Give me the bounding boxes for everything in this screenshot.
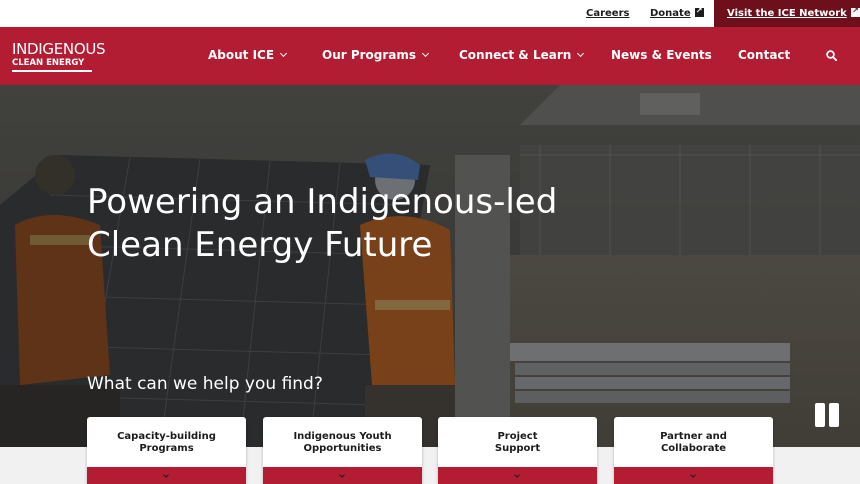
card-label: Capacity-building Programs [117,431,216,454]
chevron-down-icon [163,472,169,478]
card-label: Partner and Collaborate [660,431,727,454]
chevron-down-icon [514,472,520,478]
logo-line-1: INDIGENOUS [12,40,106,58]
logo-line-2: CLEAN ENERGY [12,58,85,68]
card-label: Indigenous Youth Opportunities [293,431,392,454]
chevron-down-icon [690,472,696,478]
card-capacity-building[interactable]: Capacity-building Programs [87,417,246,484]
nav-item-news-events[interactable]: News & Events [611,48,712,62]
card-partner-collaborate[interactable]: Partner and Collaborate [614,417,773,484]
donate-link[interactable]: Donate [650,5,704,19]
hero-headline: Powering an Indigenous-led Clean Energy … [87,182,558,265]
nav-label: About ICE [208,48,275,62]
network-link-container: Visit the ICE Network [714,0,860,27]
nav-label: Contact [738,48,791,62]
visit-network-label: Visit the ICE Network [727,8,847,19]
card-footer [614,467,773,484]
nav-item-contact[interactable]: Contact [738,48,790,62]
external-link-icon [850,5,860,17]
nav-label: Connect & Learn [459,48,572,62]
logo-underline [12,70,92,72]
chevron-down-icon [339,472,345,478]
chevron-down-icon [577,49,585,58]
help-prompt: What can we help you find? [87,374,323,394]
search-icon[interactable] [826,50,837,61]
nav-item-connect-learn[interactable]: Connect & Learn [459,48,585,62]
pause-bar-left [815,403,825,427]
card-project-support[interactable]: Project Support [438,417,597,484]
pause-bar-right [829,403,839,427]
main-navigation: INDIGENOUS CLEAN ENERGY About ICE Our Pr… [0,27,860,85]
pause-icon[interactable] [814,401,842,429]
nav-item-about[interactable]: About ICE [208,48,288,62]
site-logo[interactable]: INDIGENOUS CLEAN ENERGY [12,40,106,73]
careers-label: Careers [586,8,630,19]
card-label: Project Support [494,431,541,454]
nav-label: Our Programs [322,48,417,62]
donate-label: Donate [650,8,691,19]
careers-link[interactable]: Careers [586,8,629,19]
card-footer [87,467,246,484]
nav-item-programs[interactable]: Our Programs [322,48,430,62]
hero-banner: Powering an Indigenous-led Clean Energy … [0,85,860,447]
card-youth-opportunities[interactable]: Indigenous Youth Opportunities [263,417,422,484]
card-footer [263,467,422,484]
external-link-icon [694,5,704,17]
utility-bar: Careers Donate Visit the ICE Network [0,0,860,27]
card-footer [438,467,597,484]
visit-network-link[interactable]: Visit the ICE Network [727,5,860,19]
chevron-down-icon [422,49,430,58]
chevron-down-icon [280,49,288,58]
nav-label: News & Events [611,48,712,62]
